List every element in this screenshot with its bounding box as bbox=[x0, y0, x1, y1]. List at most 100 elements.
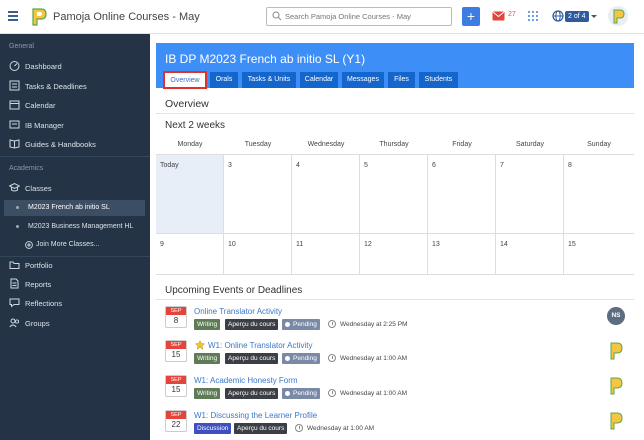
event-item: SEP 15 W1: Online Translator Activity Wr… bbox=[165, 340, 634, 372]
weekday-header: Monday bbox=[177, 141, 203, 148]
event-item: SEP 8 Online Translator Activity Writing… bbox=[165, 306, 634, 338]
calendar-day-cell[interactable]: 11 bbox=[292, 234, 360, 274]
tab-files[interactable]: Files bbox=[388, 72, 415, 88]
tab-students[interactable]: Students bbox=[419, 72, 458, 88]
event-title-link[interactable]: W1: Online Translator Activity bbox=[208, 341, 312, 350]
day-number: 15 bbox=[568, 241, 576, 248]
mail-icon[interactable] bbox=[492, 11, 505, 21]
sidebar-divider bbox=[0, 156, 150, 157]
sidebar-item-reflections[interactable]: Reflections bbox=[0, 294, 150, 312]
sidebar-item-label: Calendar bbox=[25, 101, 56, 110]
sidebar-item-classes[interactable]: Classes bbox=[0, 179, 150, 197]
tab-overview[interactable]: Overview bbox=[163, 71, 207, 89]
calendar-day-cell[interactable]: 4 bbox=[292, 155, 360, 233]
search-box[interactable] bbox=[266, 7, 452, 26]
bullet-icon bbox=[16, 206, 19, 209]
tab-messages[interactable]: Messages bbox=[342, 72, 384, 88]
weekday-header: Sunday bbox=[587, 141, 611, 148]
logo-icon bbox=[32, 8, 47, 26]
date-day: 15 bbox=[171, 350, 181, 359]
pamoja-logo-icon bbox=[610, 412, 623, 430]
sidebar-item-label: Guides & Handbooks bbox=[25, 140, 96, 149]
event-item: SEP 22 W1: Discussing the Learner Profil… bbox=[165, 410, 634, 440]
day-number: 8 bbox=[568, 162, 572, 169]
calendar-day-cell[interactable]: 13 bbox=[428, 234, 496, 274]
day-number: 5 bbox=[364, 162, 368, 169]
reflection-icon bbox=[9, 298, 20, 308]
tag-writing: Writing bbox=[194, 353, 221, 364]
sidebar-class-french[interactable]: M2023 French ab initio SL bbox=[4, 200, 145, 216]
date-badge: SEP 22 bbox=[165, 410, 187, 432]
status-badge: Pending bbox=[282, 319, 320, 330]
tab-tasks-units[interactable]: Tasks & Units bbox=[242, 72, 296, 88]
event-title-link[interactable]: W1: Academic Honesty Form bbox=[194, 376, 298, 385]
day-number: 14 bbox=[500, 241, 508, 248]
status-badge: Pending bbox=[282, 353, 320, 364]
account-switcher-badge[interactable]: 2 of 4 bbox=[565, 11, 589, 22]
event-time: Wednesday at 1:00 AM bbox=[340, 355, 408, 362]
star-icon[interactable] bbox=[195, 340, 205, 350]
day-number: 9 bbox=[160, 241, 164, 248]
sidebar-section-general: General bbox=[9, 43, 34, 50]
user-avatar[interactable] bbox=[608, 5, 628, 27]
tab-calendar[interactable]: Calendar bbox=[300, 72, 338, 88]
sidebar-item-calendar[interactable]: Calendar bbox=[0, 96, 150, 114]
status-badge: Pending bbox=[282, 388, 320, 399]
menu-icon[interactable] bbox=[8, 11, 18, 21]
calendar-day-cell[interactable]: 15 bbox=[564, 234, 634, 274]
day-number: Today bbox=[160, 162, 179, 169]
users-icon bbox=[9, 318, 20, 328]
pending-icon bbox=[285, 356, 290, 361]
next-two-weeks-heading: Next 2 weeks bbox=[165, 120, 226, 131]
calendar-day-cell[interactable]: 10 bbox=[224, 234, 292, 274]
apps-grid-icon[interactable] bbox=[528, 11, 539, 22]
add-button[interactable]: + bbox=[462, 7, 480, 26]
chevron-down-icon[interactable] bbox=[591, 15, 597, 18]
tag-discussion: Discussion bbox=[194, 423, 232, 434]
pending-icon bbox=[285, 391, 290, 396]
tab-orals[interactable]: Orals bbox=[210, 72, 238, 88]
report-icon bbox=[10, 278, 19, 289]
date-badge: SEP 8 bbox=[165, 306, 187, 328]
calendar-day-cell[interactable]: 12 bbox=[360, 234, 428, 274]
weekday-header: Friday bbox=[452, 141, 472, 148]
calendar-day-cell[interactable]: 14 bbox=[496, 234, 564, 274]
event-title-link[interactable]: W1: Discussing the Learner Profile bbox=[194, 411, 317, 420]
sidebar-item-portfolio[interactable]: Portfolio bbox=[0, 256, 150, 274]
weekday-header: Tuesday bbox=[244, 141, 272, 148]
calendar-day-cell[interactable]: 9 bbox=[156, 234, 224, 274]
avatar[interactable]: NS bbox=[607, 307, 625, 325]
join-classes-label: Join More Classes... bbox=[36, 241, 100, 248]
sidebar-item-label: Reflections bbox=[25, 299, 63, 308]
search-input[interactable] bbox=[285, 10, 450, 23]
status-label: Pending bbox=[293, 321, 317, 328]
sidebar-item-label: Dashboard bbox=[25, 62, 62, 71]
status-label: Pending bbox=[293, 355, 317, 362]
pending-icon bbox=[285, 322, 290, 327]
event-title-link[interactable]: Online Translator Activity bbox=[194, 307, 282, 316]
plus-circle-icon bbox=[25, 241, 33, 249]
mail-count-badge: 27 bbox=[508, 11, 516, 18]
calendar-day-cell[interactable]: Today bbox=[156, 155, 224, 233]
sidebar-item-guides[interactable]: Guides & Handbooks bbox=[0, 135, 150, 153]
calendar-day-cell[interactable]: 6 bbox=[428, 155, 496, 233]
course-header: IB DP M2023 French ab initio SL (Y1) Ove… bbox=[156, 43, 634, 89]
sidebar-item-tasks[interactable]: Tasks & Deadlines bbox=[0, 77, 150, 95]
calendar-day-cell[interactable]: 7 bbox=[496, 155, 564, 233]
day-number: 13 bbox=[432, 241, 440, 248]
sidebar-item-groups[interactable]: Groups bbox=[0, 314, 150, 332]
app-title: Pamoja Online Courses - May bbox=[53, 11, 200, 23]
globe-icon[interactable] bbox=[552, 10, 564, 22]
sidebar-item-label: Classes bbox=[25, 184, 52, 193]
sidebar-item-dashboard[interactable]: Dashboard bbox=[0, 57, 150, 75]
day-number: 3 bbox=[228, 162, 232, 169]
sidebar-class-business[interactable]: M2023 Business Management HL bbox=[0, 219, 150, 235]
sidebar-item-ib-manager[interactable]: IB Manager bbox=[0, 116, 150, 134]
calendar-icon bbox=[9, 100, 20, 110]
calendar-day-cell[interactable]: 8 bbox=[564, 155, 634, 233]
day-number: 10 bbox=[228, 241, 236, 248]
sidebar-join-classes[interactable]: Join More Classes... bbox=[0, 237, 150, 253]
sidebar-item-reports[interactable]: Reports bbox=[0, 275, 150, 293]
calendar-day-cell[interactable]: 3 bbox=[224, 155, 292, 233]
calendar-day-cell[interactable]: 5 bbox=[360, 155, 428, 233]
